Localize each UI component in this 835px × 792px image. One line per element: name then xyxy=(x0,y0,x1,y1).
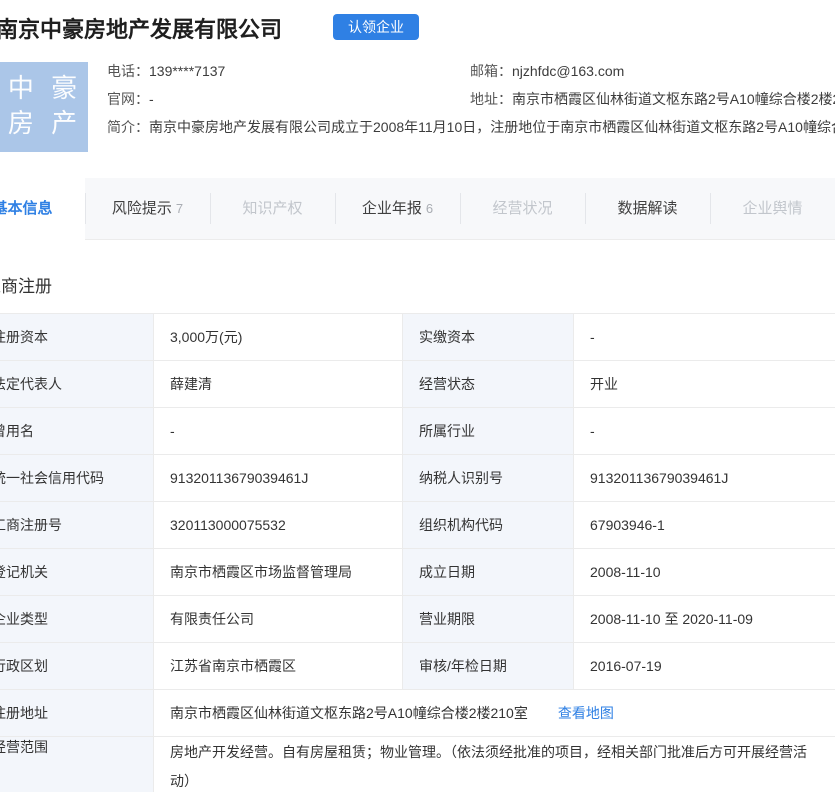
row-label: 组织机构代码 xyxy=(403,502,574,549)
row-value: 南京市栖霞区市场监督管理局 xyxy=(154,549,403,596)
row-value: 江苏省南京市栖霞区 xyxy=(154,643,403,690)
table-row-business-scope: 经营范围 房地产开发经营。自有房屋租赁；物业管理。（依法须经批准的项目，经相关部… xyxy=(0,737,835,792)
row-label: 实缴资本 xyxy=(403,314,574,361)
website-label: 官网： xyxy=(107,91,149,107)
table-row: 登记机关 南京市栖霞区市场监督管理局 成立日期 2008-11-10 xyxy=(0,549,835,596)
page-title: 南京中豪房地产发展有限公司 xyxy=(0,12,282,44)
registered-address-cell: 南京市栖霞区仙林街道文枢东路2号A10幢综合楼2楼210室 查看地图 xyxy=(154,690,835,737)
address-line: 地址：南京市栖霞区仙林街道文枢东路2号A10幢综合楼2楼210室 xyxy=(470,85,835,113)
company-profile-page: 南京中豪房地产发展有限公司 认领企业 中 豪 房 产 电话：139****713… xyxy=(0,0,835,792)
tab-operating-status-label: 经营状况 xyxy=(492,200,552,217)
table-row: 企业类型 有限责任公司 营业期限 2008-11-10 至 2020-11-09 xyxy=(0,596,835,643)
row-label: 所属行业 xyxy=(403,408,574,455)
tab-risk-alerts[interactable]: 风险提示 7 xyxy=(85,178,210,240)
row-label: 曾用名 xyxy=(0,408,154,455)
row-label: 营业期限 xyxy=(403,596,574,643)
tab-data-insights-label: 数据解读 xyxy=(617,200,677,217)
row-value: 3,000万(元) xyxy=(154,314,403,361)
row-label: 注册资本 xyxy=(0,314,154,361)
claim-company-button[interactable]: 认领企业 xyxy=(333,14,419,40)
row-value: 薛建清 xyxy=(154,361,403,408)
view-map-link[interactable]: 查看地图 xyxy=(558,705,614,721)
address-label: 地址： xyxy=(470,91,512,107)
row-value: 91320113679039461J xyxy=(574,455,835,502)
row-value: - xyxy=(574,314,835,361)
tab-bar: 基本信息 风险提示 7 知识产权 企业年报 6 经营状况 数据解读 企业舆情 xyxy=(0,178,835,240)
registered-address-value: 南京市栖霞区仙林街道文枢东路2号A10幢综合楼2楼210室 xyxy=(170,705,528,721)
website-value: - xyxy=(149,91,154,107)
email-value: njzhfdc@163.com xyxy=(512,63,624,79)
tab-basic-info-label: 基本信息 xyxy=(0,200,53,217)
company-logo-line1: 中 豪 xyxy=(0,71,88,106)
row-value: 67903946-1 xyxy=(574,502,835,549)
address-value: 南京市栖霞区仙林街道文枢东路2号A10幢综合楼2楼210室 xyxy=(512,91,835,107)
tab-risk-alerts-label: 风险提示 xyxy=(112,200,172,217)
table-row: 曾用名 - 所属行业 - xyxy=(0,408,835,455)
registration-table: 注册资本 3,000万(元) 实缴资本 - 法定代表人 薛建清 经营状态 开业 … xyxy=(0,313,835,792)
row-label: 纳税人识别号 xyxy=(403,455,574,502)
row-label: 统一社会信用代码 xyxy=(0,455,154,502)
tab-annual-report-count: 6 xyxy=(426,201,433,216)
intro-label: 简介： xyxy=(107,119,149,135)
table-row: 工商注册号 320113000075532 组织机构代码 67903946-1 xyxy=(0,502,835,549)
email-label: 邮箱： xyxy=(470,63,512,79)
tab-data-insights[interactable]: 数据解读 xyxy=(585,178,710,240)
company-logo: 中 豪 房 产 xyxy=(0,62,88,152)
contact-info-right: 邮箱：njzhfdc@163.com 地址：南京市栖霞区仙林街道文枢东路2号A1… xyxy=(470,57,835,113)
table-row-registered-address: 注册地址 南京市栖霞区仙林街道文枢东路2号A10幢综合楼2楼210室 查看地图 xyxy=(0,690,835,737)
table-row: 法定代表人 薛建清 经营状态 开业 xyxy=(0,361,835,408)
table-row: 行政区划 江苏省南京市栖霞区 审核/年检日期 2016-07-19 xyxy=(0,643,835,690)
tab-risk-alerts-count: 7 xyxy=(176,201,183,216)
row-label: 审核/年检日期 xyxy=(403,643,574,690)
row-label: 行政区划 xyxy=(0,643,154,690)
intro-line: 简介：南京中豪房地产发展有限公司成立于2008年11月10日，注册地位于南京市栖… xyxy=(107,113,835,141)
company-logo-line2: 房 产 xyxy=(0,106,88,141)
intro-value: 南京中豪房地产发展有限公司成立于2008年11月10日，注册地位于南京市栖霞区仙… xyxy=(149,119,835,135)
row-value: 2016-07-19 xyxy=(574,643,835,690)
tab-public-opinion[interactable]: 企业舆情 xyxy=(710,178,835,240)
tab-basic-info[interactable]: 基本信息 xyxy=(0,178,85,240)
tab-operating-status[interactable]: 经营状况 xyxy=(460,178,585,240)
phone-value: 139****7137 xyxy=(149,63,225,79)
tab-annual-report-label: 企业年报 xyxy=(362,200,422,217)
tab-intellectual-property[interactable]: 知识产权 xyxy=(210,178,335,240)
row-value: 91320113679039461J xyxy=(154,455,403,502)
row-label: 登记机关 xyxy=(0,549,154,596)
table-row: 注册资本 3,000万(元) 实缴资本 - xyxy=(0,314,835,361)
row-value: 有限责任公司 xyxy=(154,596,403,643)
row-label: 经营状态 xyxy=(403,361,574,408)
row-label: 经营范围 xyxy=(0,737,154,792)
row-value: 320113000075532 xyxy=(154,502,403,549)
row-value: - xyxy=(574,408,835,455)
tab-intellectual-property-label: 知识产权 xyxy=(242,200,302,217)
row-label: 成立日期 xyxy=(403,549,574,596)
row-label: 法定代表人 xyxy=(0,361,154,408)
table-row: 统一社会信用代码 91320113679039461J 纳税人识别号 91320… xyxy=(0,455,835,502)
row-value: 2008-11-10 xyxy=(574,549,835,596)
row-value: 2008-11-10 至 2020-11-09 xyxy=(574,596,835,643)
tab-public-opinion-label: 企业舆情 xyxy=(742,200,802,217)
section-title-business-registration: 工商注册 xyxy=(0,272,52,297)
row-label: 工商注册号 xyxy=(0,502,154,549)
phone-label: 电话： xyxy=(107,63,149,79)
business-scope-cell: 房地产开发经营。自有房屋租赁；物业管理。（依法须经批准的项目，经相关部门批准后方… xyxy=(154,737,835,792)
row-value: - xyxy=(154,408,403,455)
row-label: 企业类型 xyxy=(0,596,154,643)
row-label: 注册地址 xyxy=(0,690,154,737)
row-value: 开业 xyxy=(574,361,835,408)
tab-annual-report[interactable]: 企业年报 6 xyxy=(335,178,460,240)
business-scope-value: 房地产开发经营。自有房屋租赁；物业管理。（依法须经批准的项目，经相关部门批准后方… xyxy=(170,737,815,792)
email-line: 邮箱：njzhfdc@163.com xyxy=(470,57,835,85)
